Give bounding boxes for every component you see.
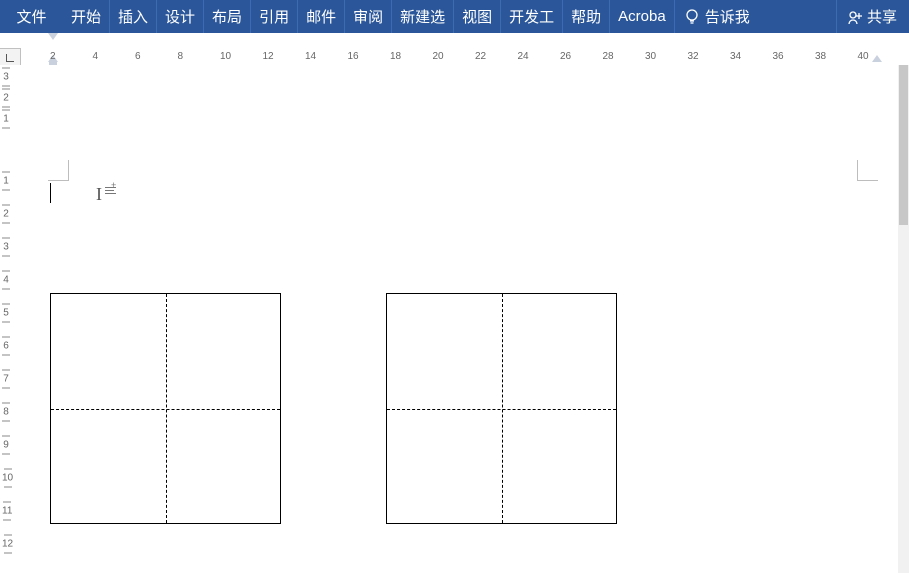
vruler-label: 3 [2, 68, 10, 87]
vruler-label: 1 [2, 172, 10, 191]
hruler-label: 12 [263, 51, 274, 62]
vruler-label: 1 [2, 110, 10, 129]
tab-file-label: 文件 [16, 6, 46, 27]
tab-mailings-label: 邮件 [306, 6, 336, 27]
tab-file[interactable]: 文件 [0, 0, 63, 33]
vruler-label: 3 [2, 238, 10, 257]
hruler-label: 18 [390, 51, 401, 62]
tab-layout-label: 布局 [212, 6, 242, 27]
hruler-label: 40 [858, 51, 869, 62]
plus-icon: + [111, 180, 116, 190]
share-label: 共享 [867, 6, 897, 27]
hruler-label: 24 [518, 51, 529, 62]
hruler-label: 26 [560, 51, 571, 62]
tab-newtab-label: 新建选 [400, 6, 445, 27]
page-margin-corner-top-left [48, 160, 69, 181]
hruler-label: 4 [93, 51, 99, 62]
text-caret [50, 183, 51, 203]
vruler-label: 5 [2, 304, 10, 323]
vruler-label: 9 [2, 436, 10, 455]
table-row-divider [387, 409, 616, 410]
table[interactable] [50, 293, 281, 524]
tab-references[interactable]: 引用 [250, 0, 297, 33]
hruler-label: 6 [135, 51, 141, 62]
tab-acrobat-label: Acroba [618, 8, 666, 25]
tab-insert-label: 插入 [118, 6, 148, 27]
hruler-label: 16 [348, 51, 359, 62]
vruler-label: 2 [2, 205, 10, 224]
tab-home-label: 开始 [71, 6, 101, 27]
hruler-label: 8 [178, 51, 184, 62]
paragraph-options-handle[interactable]: I + [96, 185, 116, 203]
hruler-label: 32 [688, 51, 699, 62]
tab-view-label: 视图 [462, 6, 492, 27]
table-row-divider [51, 409, 280, 410]
tab-mailings[interactable]: 邮件 [297, 0, 344, 33]
tell-me-label: 告诉我 [705, 6, 750, 27]
tab-acrobat[interactable]: Acroba [609, 0, 674, 33]
vruler-label: 8 [2, 403, 10, 422]
ibeam-icon: I [96, 185, 102, 203]
hruler-label: 10 [220, 51, 231, 62]
page-margin-corner-top-right [857, 160, 878, 181]
vruler-label: 6 [2, 337, 10, 356]
tab-home[interactable]: 开始 [63, 0, 109, 33]
hruler-label: 36 [773, 51, 784, 62]
hruler-label: 28 [603, 51, 614, 62]
document-canvas[interactable]: I + [20, 65, 898, 573]
hruler-label: 14 [305, 51, 316, 62]
tab-developer-label: 开发工 [509, 6, 554, 27]
tab-layout[interactable]: 布局 [203, 0, 250, 33]
vruler-label: 7 [2, 370, 10, 389]
share-button[interactable]: 共享 [836, 0, 909, 33]
vruler-label: 11 [2, 502, 12, 521]
tab-help-label: 帮助 [571, 6, 601, 27]
right-indent-marker[interactable] [872, 55, 882, 62]
hruler-label: 38 [815, 51, 826, 62]
tab-view[interactable]: 视图 [453, 0, 500, 33]
tab-help[interactable]: 帮助 [562, 0, 609, 33]
tab-review-label: 审阅 [353, 6, 383, 27]
share-icon [847, 9, 863, 25]
hruler-label: 34 [730, 51, 741, 62]
tab-newtab[interactable]: 新建选 [391, 0, 453, 33]
vertical-ruler[interactable]: 321123456789101112 [0, 65, 21, 573]
tell-me[interactable]: 告诉我 [674, 0, 760, 33]
vruler-label: 2 [2, 89, 10, 108]
lightbulb-icon [685, 9, 699, 25]
table[interactable] [386, 293, 617, 524]
vertical-scrollbar[interactable] [898, 65, 909, 573]
hruler-label: 30 [645, 51, 656, 62]
ribbon: 文件 开始 插入 设计 布局 引用 邮件 审阅 新建选 视图 开发工 帮助 Ac… [0, 0, 909, 33]
hruler-label: 22 [475, 51, 486, 62]
tab-design[interactable]: 设计 [156, 0, 203, 33]
hruler-label: 2 [50, 51, 56, 62]
tab-selector[interactable] [0, 48, 21, 66]
tab-developer[interactable]: 开发工 [500, 0, 562, 33]
hruler-label: 20 [433, 51, 444, 62]
tab-insert[interactable]: 插入 [109, 0, 156, 33]
vruler-label: 12 [2, 535, 13, 554]
tab-selector-icon [6, 54, 14, 62]
vruler-label: 10 [2, 469, 13, 488]
first-line-indent-marker[interactable] [48, 33, 58, 40]
tab-design-label: 设计 [165, 6, 195, 27]
vruler-label: 4 [2, 271, 10, 290]
scrollbar-thumb[interactable] [899, 65, 908, 225]
tab-review[interactable]: 审阅 [344, 0, 391, 33]
tab-references-label: 引用 [259, 6, 289, 27]
